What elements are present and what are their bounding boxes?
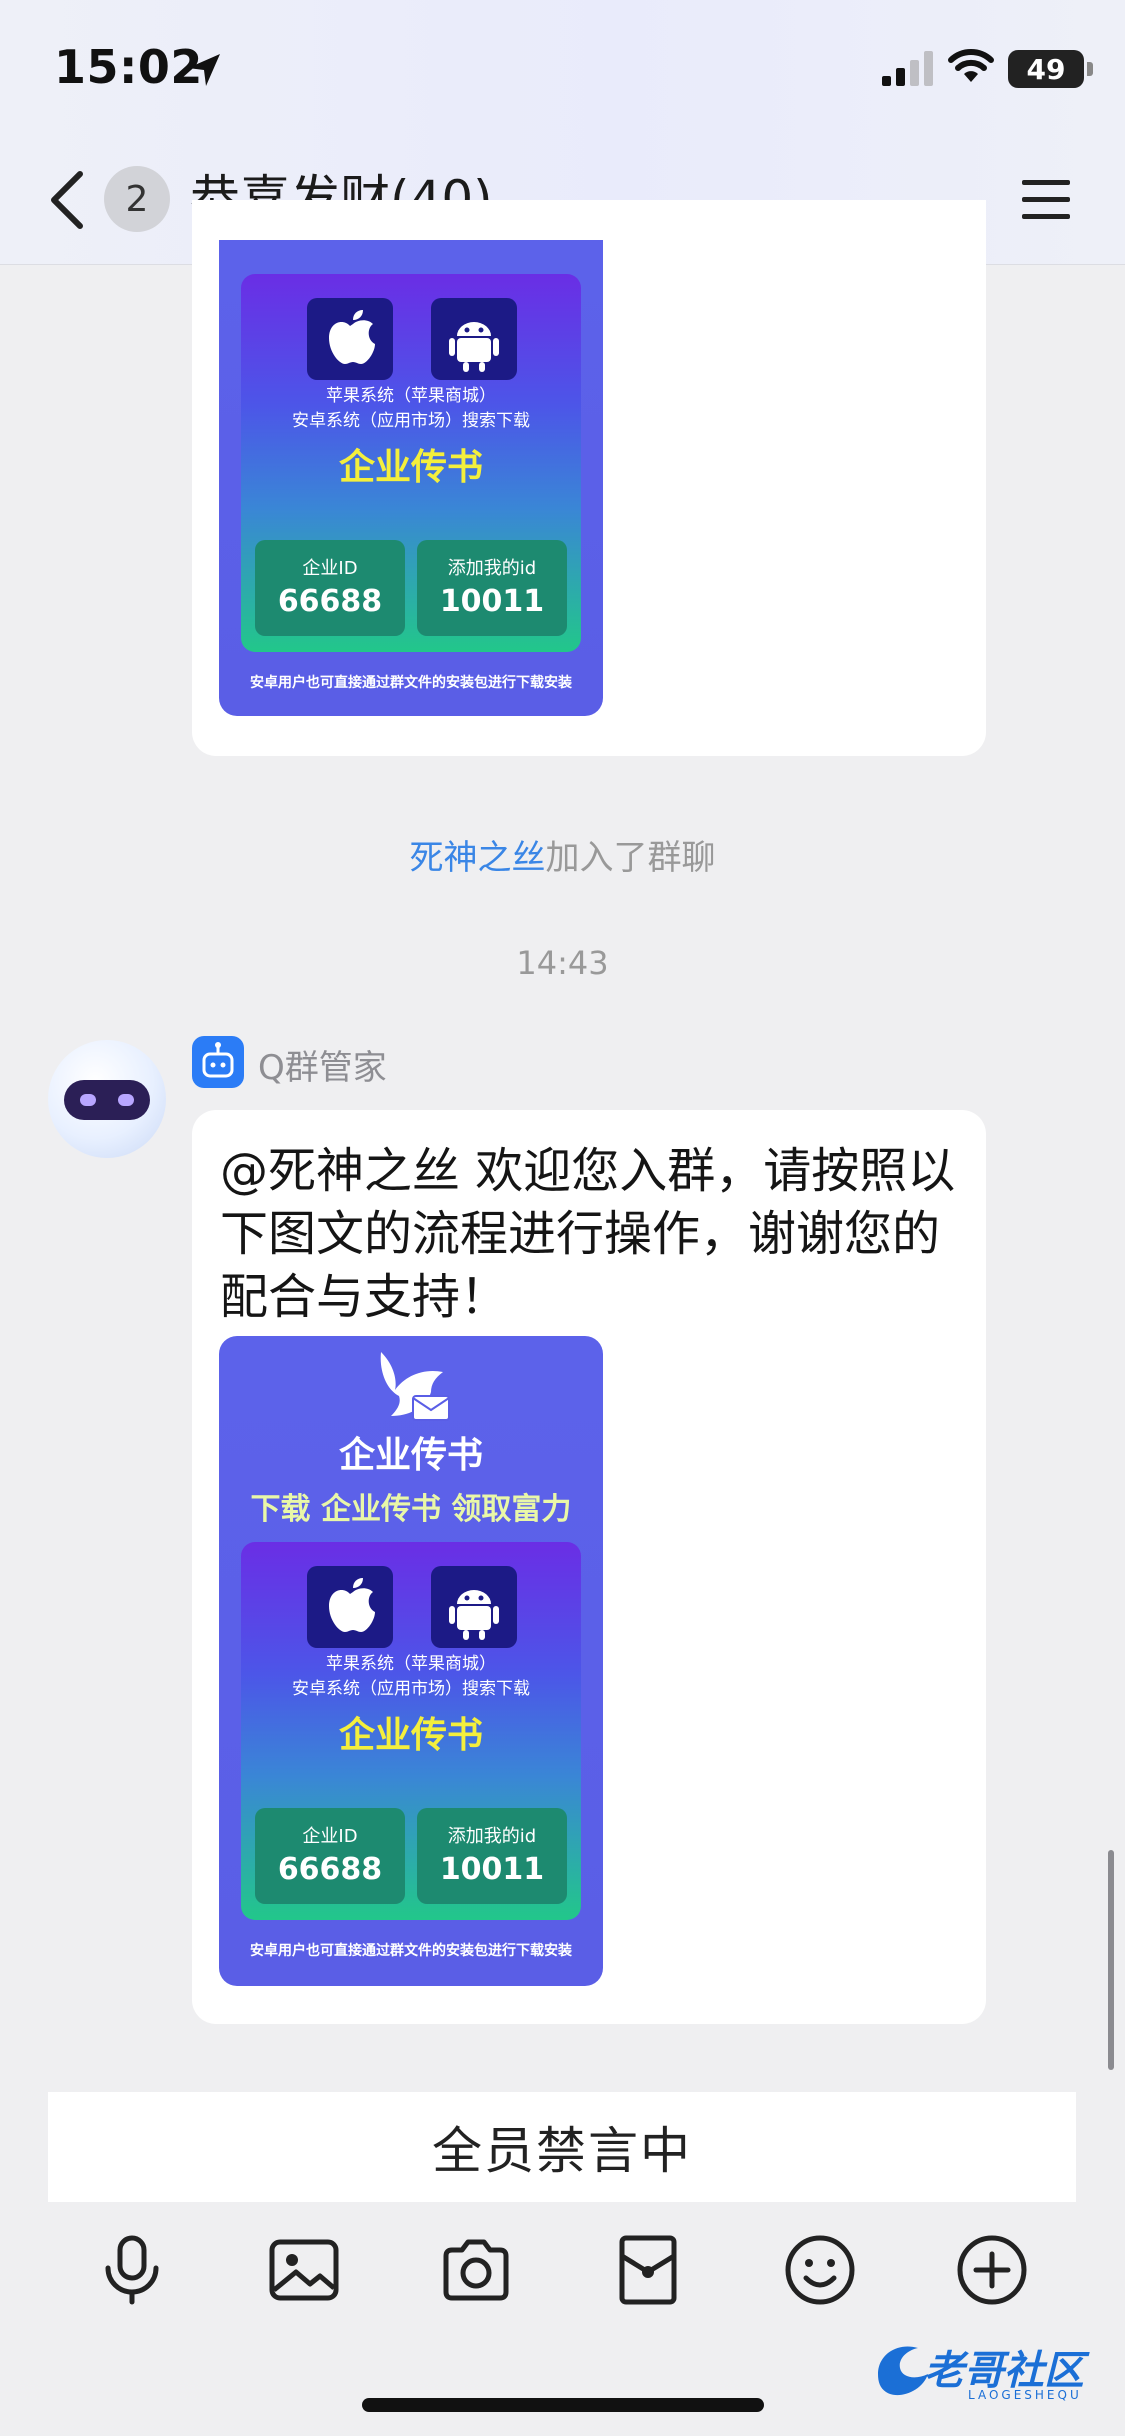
- mute-notice: 全员禁言中: [48, 2092, 1076, 2202]
- camera-icon[interactable]: [438, 2232, 514, 2308]
- poster-add-id-box: 添加我的id 10011: [417, 1808, 567, 1904]
- poster-line-1: 苹果系统（苹果商城）: [326, 1654, 496, 1674]
- poster-line-1: 苹果系统（苹果商城）: [326, 386, 496, 406]
- back-button[interactable]: [36, 160, 96, 240]
- apple-icon: [307, 298, 393, 380]
- poster-footer: 安卓用户也可直接通过群文件的安装包进行下载安装: [250, 675, 572, 691]
- poster-line-2: 安卓系统（应用市场）搜索下载: [292, 411, 530, 431]
- poster-add-id-box: 添加我的id 10011: [417, 540, 567, 636]
- unread-count-badge[interactable]: 2: [104, 166, 170, 232]
- system-join-notice: 死神之丝加入了群聊: [409, 838, 716, 878]
- plus-icon[interactable]: [954, 2232, 1030, 2308]
- mic-icon[interactable]: [94, 2232, 170, 2308]
- poster-brand: 企业传书: [338, 1435, 483, 1476]
- joined-user-link[interactable]: 死神之丝: [410, 838, 546, 878]
- scroll-indicator[interactable]: [1108, 1850, 1114, 2070]
- poster-id-box: 企业ID 66688: [255, 1808, 405, 1904]
- wifi-icon: [948, 49, 994, 82]
- poster-line-2: 安卓系统（应用市场）搜索下载: [292, 1679, 530, 1699]
- sender-name: Q群管家: [258, 1048, 387, 1088]
- red-packet-icon[interactable]: [610, 2232, 686, 2308]
- apple-icon: [307, 1566, 393, 1648]
- emoji-icon[interactable]: [782, 2232, 858, 2308]
- cellular-signal-icon: [882, 51, 933, 86]
- bot-badge-icon: [192, 1036, 244, 1088]
- android-icon: [431, 298, 517, 380]
- poster-app-name: 企业传书: [338, 1715, 483, 1756]
- poster-footer: 安卓用户也可直接通过群文件的安装包进行下载安装: [250, 1943, 572, 1959]
- message-text: @死神之丝 欢迎您入群，请按照以下图文的流程进行操作，谢谢您的配合与支持！: [220, 1143, 956, 1325]
- menu-icon[interactable]: [1018, 172, 1074, 228]
- poster-slogan: 下载 企业传书 领取富力: [250, 1492, 572, 1527]
- status-time: 15:02: [54, 40, 203, 94]
- location-arrow-icon: [188, 54, 220, 86]
- android-icon: [431, 1566, 517, 1648]
- bot-avatar[interactable]: [48, 1040, 166, 1158]
- home-indicator[interactable]: [362, 2398, 764, 2412]
- app-poster-image[interactable]: 苹果系统（苹果商城） 安卓系统（应用市场）搜索下载 企业传书 企业ID 66688…: [219, 240, 603, 716]
- time-separator: 14:43: [516, 944, 609, 982]
- battery-indicator: 49: [1008, 50, 1093, 88]
- poster-id-box: 企业ID 66688: [255, 540, 405, 636]
- dove-logo-icon: [380, 1352, 450, 1421]
- watermark: 老哥社区 LAOGESHEQU: [868, 2330, 1118, 2414]
- image-icon[interactable]: [266, 2232, 342, 2308]
- poster-app-name: 企业传书: [338, 447, 483, 488]
- app-poster-image[interactable]: 企业传书 下载 企业传书 领取富力 苹果系统（苹果商城） 安卓系统（应用市场）搜…: [219, 1336, 603, 1986]
